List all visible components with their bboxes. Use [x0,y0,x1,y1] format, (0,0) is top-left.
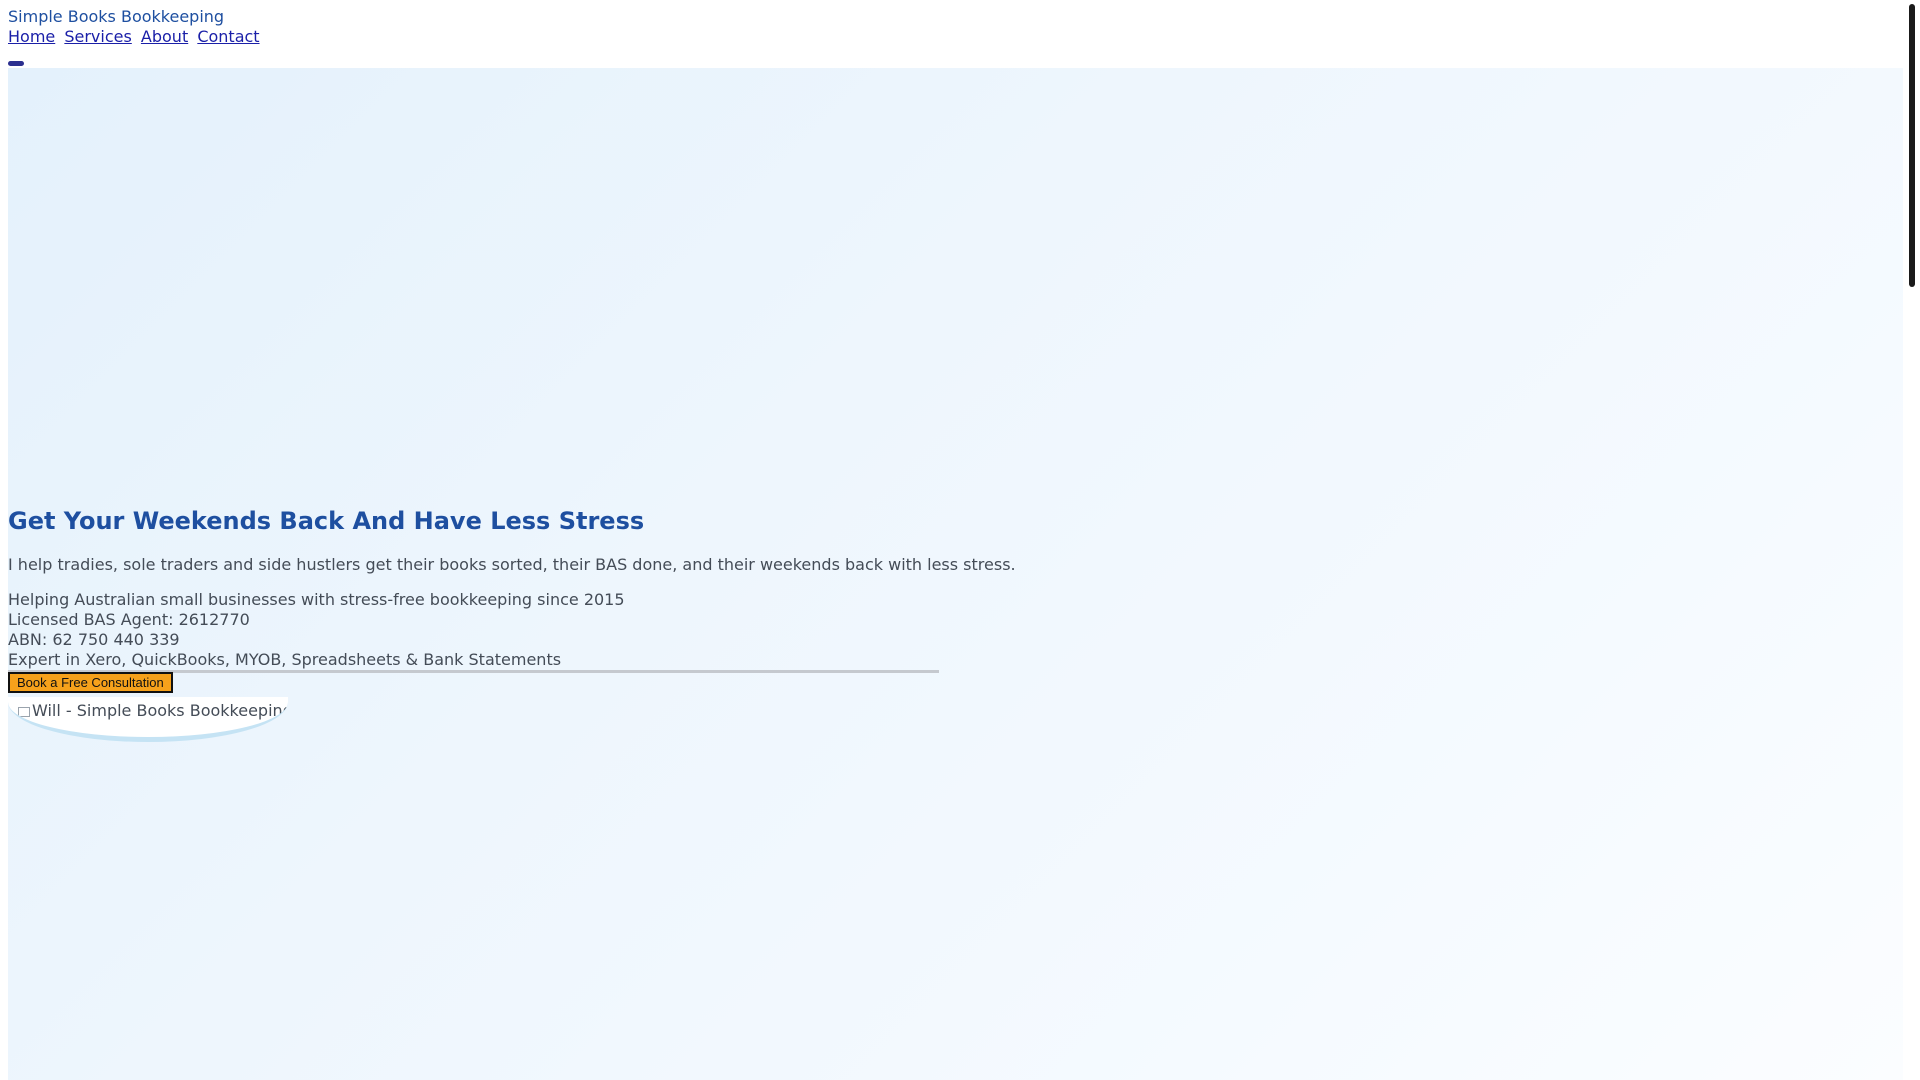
nav-services-link[interactable]: Services [64,27,131,46]
nav-contact-link[interactable]: Contact [197,27,259,46]
scrollbar-thumb[interactable] [1909,4,1915,287]
nav-about-link[interactable]: About [141,27,188,46]
hero-description: I help tradies, sole traders and side hu… [8,555,1016,574]
fact-abn: ABN: 62 750 440 339 [8,630,180,649]
vertical-scrollbar[interactable] [1903,0,1920,1080]
nav-home-link[interactable]: Home [8,27,55,46]
photo-alt-text: Will - Simple Books Bookkeeping [32,701,288,720]
hero-facts: Helping Australian small businesses with… [8,590,625,670]
hero-title: Get Your Weekends Back And Have Less Str… [8,507,645,535]
fact-expertise: Expert in Xero, QuickBooks, MYOB, Spread… [8,650,562,669]
fact-bas-agent: Licensed BAS Agent: 2612770 [8,610,250,629]
broken-image-icon [18,706,30,717]
main-nav: Home Services About Contact [8,27,264,47]
page: Simple Books Bookkeeping Home Services A… [0,0,1920,1080]
fact-since: Helping Australian small businesses with… [8,590,625,609]
site-brand[interactable]: Simple Books Bookkeeping [8,7,224,27]
menu-toggle-button[interactable] [8,61,24,66]
book-consultation-button[interactable]: Book a Free Consultation [8,672,173,693]
